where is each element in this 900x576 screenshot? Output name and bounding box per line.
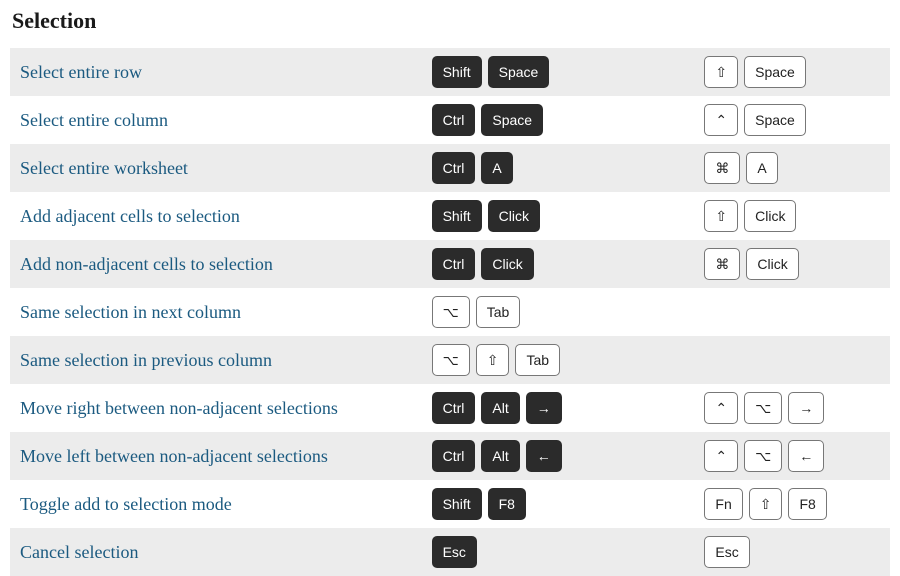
key-cap: ⌘ [704, 248, 740, 280]
key-cap: Shift [432, 488, 482, 520]
key-cap: Ctrl [432, 392, 476, 424]
key-cap: Click [481, 248, 533, 280]
shortcut-action-link[interactable]: Add adjacent cells to selection [20, 206, 240, 226]
shortcut-action-link[interactable]: Cancel selection [20, 542, 138, 562]
key-cap: Ctrl [432, 248, 476, 280]
shortcut-action-link[interactable]: Add non-adjacent cells to selection [20, 254, 273, 274]
section-title: Selection [12, 8, 890, 34]
key-cap: ⌥ [744, 392, 782, 424]
shortcut-row: Select entire columnCtrlSpace⌃Space [10, 96, 890, 144]
secondary-keys-cell: ⇧Space [696, 48, 890, 96]
shortcut-action-link[interactable]: Move right between non-adjacent selectio… [20, 398, 338, 418]
key-cap: Space [744, 56, 806, 88]
key-cap: F8 [488, 488, 526, 520]
secondary-keys-cell: ⇧Click [696, 192, 890, 240]
primary-keys-cell: CtrlAlt→ [424, 384, 697, 432]
key-cap: A [481, 152, 512, 184]
secondary-keys-cell: ⌃⌥← [696, 432, 890, 480]
primary-keys-cell: ShiftClick [424, 192, 697, 240]
secondary-keys-cell: Fn⇧F8 [696, 480, 890, 528]
primary-keys-cell: Esc [424, 528, 697, 576]
secondary-keys-cell: ⌘Click [696, 240, 890, 288]
secondary-keys-cell: Esc [696, 528, 890, 576]
secondary-keys-cell: ⌃Space [696, 96, 890, 144]
primary-keys-cell: ShiftSpace [424, 48, 697, 96]
primary-keys-cell: CtrlA [424, 144, 697, 192]
primary-keys-cell: ⌥Tab [424, 288, 697, 336]
key-cap: Alt [481, 440, 519, 472]
key-cap: ⇧ [749, 488, 783, 520]
key-cap: Esc [432, 536, 477, 568]
shortcuts-table: Select entire rowShiftSpace⇧SpaceSelect … [10, 48, 890, 576]
primary-keys-cell: CtrlSpace [424, 96, 697, 144]
key-cap: Space [481, 104, 543, 136]
key-cap: Click [746, 248, 798, 280]
shortcut-row: Move left between non-adjacent selection… [10, 432, 890, 480]
secondary-keys-cell [696, 336, 890, 384]
key-cap: Ctrl [432, 440, 476, 472]
shortcut-row: Add adjacent cells to selectionShiftClic… [10, 192, 890, 240]
key-cap: → [788, 392, 824, 424]
key-cap: Click [488, 200, 540, 232]
secondary-keys-cell: ⌃⌥→ [696, 384, 890, 432]
key-cap: ⌥ [744, 440, 782, 472]
key-cap: A [746, 152, 777, 184]
shortcut-action-link[interactable]: Select entire row [20, 62, 142, 82]
key-cap: ⇧ [704, 56, 738, 88]
key-cap: ⌃ [704, 104, 738, 136]
primary-keys-cell: CtrlClick [424, 240, 697, 288]
key-cap: Shift [432, 56, 482, 88]
shortcut-row: Select entire worksheetCtrlA⌘A [10, 144, 890, 192]
key-cap: ⌘ [704, 152, 740, 184]
shortcut-action-link[interactable]: Same selection in next column [20, 302, 241, 322]
shortcut-action-link[interactable]: Same selection in previous column [20, 350, 272, 370]
shortcut-action-link[interactable]: Select entire column [20, 110, 168, 130]
key-cap: Click [744, 200, 796, 232]
secondary-keys-cell: ⌘A [696, 144, 890, 192]
primary-keys-cell: ShiftF8 [424, 480, 697, 528]
key-cap: Alt [481, 392, 519, 424]
shortcut-row: Cancel selection Esc Esc [10, 528, 890, 576]
key-cap: ← [526, 440, 562, 472]
key-cap: → [526, 392, 562, 424]
key-cap: ← [788, 440, 824, 472]
primary-keys-cell: ⌥⇧Tab [424, 336, 697, 384]
primary-keys-cell: CtrlAlt← [424, 432, 697, 480]
secondary-keys-cell [696, 288, 890, 336]
key-cap: ⌃ [704, 392, 738, 424]
key-cap: Ctrl [432, 104, 476, 136]
shortcut-row: Same selection in next column ⌥Tab [10, 288, 890, 336]
shortcut-action-link[interactable]: Move left between non-adjacent selection… [20, 446, 328, 466]
key-cap: ⌥ [432, 344, 470, 376]
key-cap: ⌃ [704, 440, 738, 472]
key-cap: ⇧ [476, 344, 510, 376]
key-cap: Shift [432, 200, 482, 232]
key-cap: ⇧ [704, 200, 738, 232]
shortcut-action-link[interactable]: Select entire worksheet [20, 158, 188, 178]
shortcut-action-link[interactable]: Toggle add to selection mode [20, 494, 232, 514]
shortcut-row: Same selection in previous column ⌥⇧Tab [10, 336, 890, 384]
shortcut-row: Add non-adjacent cells to selectionCtrlC… [10, 240, 890, 288]
key-cap: Tab [476, 296, 521, 328]
key-cap: Ctrl [432, 152, 476, 184]
key-cap: Tab [515, 344, 560, 376]
key-cap: ⌥ [432, 296, 470, 328]
key-cap: F8 [788, 488, 826, 520]
key-cap: Esc [704, 536, 749, 568]
key-cap: Space [488, 56, 550, 88]
shortcut-row: Select entire rowShiftSpace⇧Space [10, 48, 890, 96]
key-cap: Space [744, 104, 806, 136]
shortcut-row: Move right between non-adjacent selectio… [10, 384, 890, 432]
shortcut-row: Toggle add to selection modeShiftF8Fn⇧F8 [10, 480, 890, 528]
key-cap: Fn [704, 488, 742, 520]
